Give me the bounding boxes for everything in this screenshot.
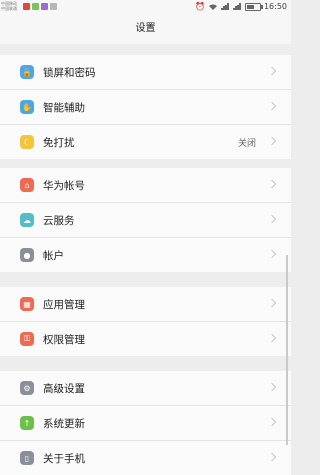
settings-row-label: 智能辅助 [43, 101, 85, 114]
permission-icon: ⚿ [20, 332, 34, 346]
settings-row-label: 锁屏和密码 [43, 66, 96, 79]
settings-group-system: ⚙ 高级设置 ↑ 系统更新 ▯ 关于手机 [0, 371, 291, 475]
carrier-label: 中国移动 中国联通 [1, 1, 21, 11]
settings-row-label: 高级设置 [43, 382, 85, 395]
chevron-right-icon [267, 333, 277, 343]
chevron-right-icon [267, 136, 277, 146]
gear-icon: ⚙ [20, 381, 34, 395]
chevron-right-icon [267, 66, 277, 76]
settings-row-label: 关于手机 [43, 452, 85, 465]
account-icon: ⌂ [20, 178, 34, 192]
chevron-right-icon [267, 298, 277, 308]
settings-row[interactable]: ☁ 云服务 [0, 203, 291, 238]
settings-group-apps: ▦ 应用管理 ⚿ 权限管理 [0, 287, 291, 356]
chevron-right-icon [267, 417, 277, 427]
status-right: ⏰ 16:50 [195, 2, 287, 11]
app-red-icon [23, 2, 30, 10]
page-title: 设置 [0, 14, 291, 44]
settings-row-label: 华为帐号 [43, 179, 85, 192]
settings-row[interactable]: ● 帐户 [0, 238, 291, 272]
signal-icon [220, 3, 230, 10]
settings-row-value: 关闭 [237, 138, 256, 149]
settings-row-label: 应用管理 [43, 298, 85, 311]
battery-icon [244, 2, 263, 11]
lock-icon: 🔒 [20, 65, 34, 79]
settings-row-label: 系统更新 [43, 417, 85, 430]
moon-icon: ☾ [20, 135, 34, 149]
section-gap [0, 44, 291, 55]
app-gray-icon [50, 2, 57, 10]
chevron-right-icon [267, 249, 277, 259]
wifi-icon [208, 3, 217, 10]
update-icon: ↑ [20, 416, 34, 430]
settings-row-label: 云服务 [43, 214, 75, 227]
battery-fill [246, 4, 255, 9]
settings-row-label: 权限管理 [43, 333, 85, 346]
settings-row[interactable]: ✋ 智能辅助 [0, 90, 291, 125]
status-bar: 中国移动 中国联通 ⏰ 16:50 [0, 0, 291, 14]
alarm-icon: ⏰ [194, 2, 205, 11]
settings-row[interactable]: ⌂ 华为帐号 [0, 168, 291, 203]
settings-row[interactable]: ↑ 系统更新 [0, 406, 291, 441]
settings-row[interactable]: ☾ 免打扰 关闭 [0, 125, 291, 159]
carrier-line-2: 中国联通 [1, 6, 17, 11]
user-icon: ● [20, 248, 34, 262]
assist-icon: ✋ [20, 100, 34, 114]
settings-row-label: 帐户 [43, 249, 64, 262]
settings-row[interactable]: ⚙ 高级设置 [0, 371, 291, 406]
chevron-right-icon [267, 101, 277, 111]
chevron-right-icon [267, 382, 277, 392]
settings-row[interactable]: ▦ 应用管理 [0, 287, 291, 322]
settings-row-label: 免打扰 [43, 136, 75, 149]
chevron-right-icon [267, 452, 277, 462]
signal-icon [232, 3, 242, 10]
app-purple-icon [41, 2, 48, 10]
chevron-right-icon [267, 214, 277, 224]
settings-row[interactable]: 🔒 锁屏和密码 [0, 55, 291, 90]
cloud-icon: ☁ [20, 213, 34, 227]
status-left: 中国移动 中国联通 [1, 1, 57, 11]
settings-group-accounts: ⌂ 华为帐号 ☁ 云服务 ● 帐户 [0, 168, 291, 272]
scrollbar[interactable] [286, 255, 288, 445]
settings-row[interactable]: ▯ 关于手机 [0, 441, 291, 475]
settings-group-security: 🔒 锁屏和密码 ✋ 智能辅助 ☾ 免打扰 关闭 [0, 55, 291, 159]
status-time: 16:50 [263, 2, 287, 11]
phone-icon: ▯ [20, 451, 34, 465]
apps-icon: ▦ [20, 297, 34, 311]
chevron-right-icon [267, 179, 277, 189]
settings-row[interactable]: ⚿ 权限管理 [0, 322, 291, 356]
app-green-icon [32, 2, 39, 10]
